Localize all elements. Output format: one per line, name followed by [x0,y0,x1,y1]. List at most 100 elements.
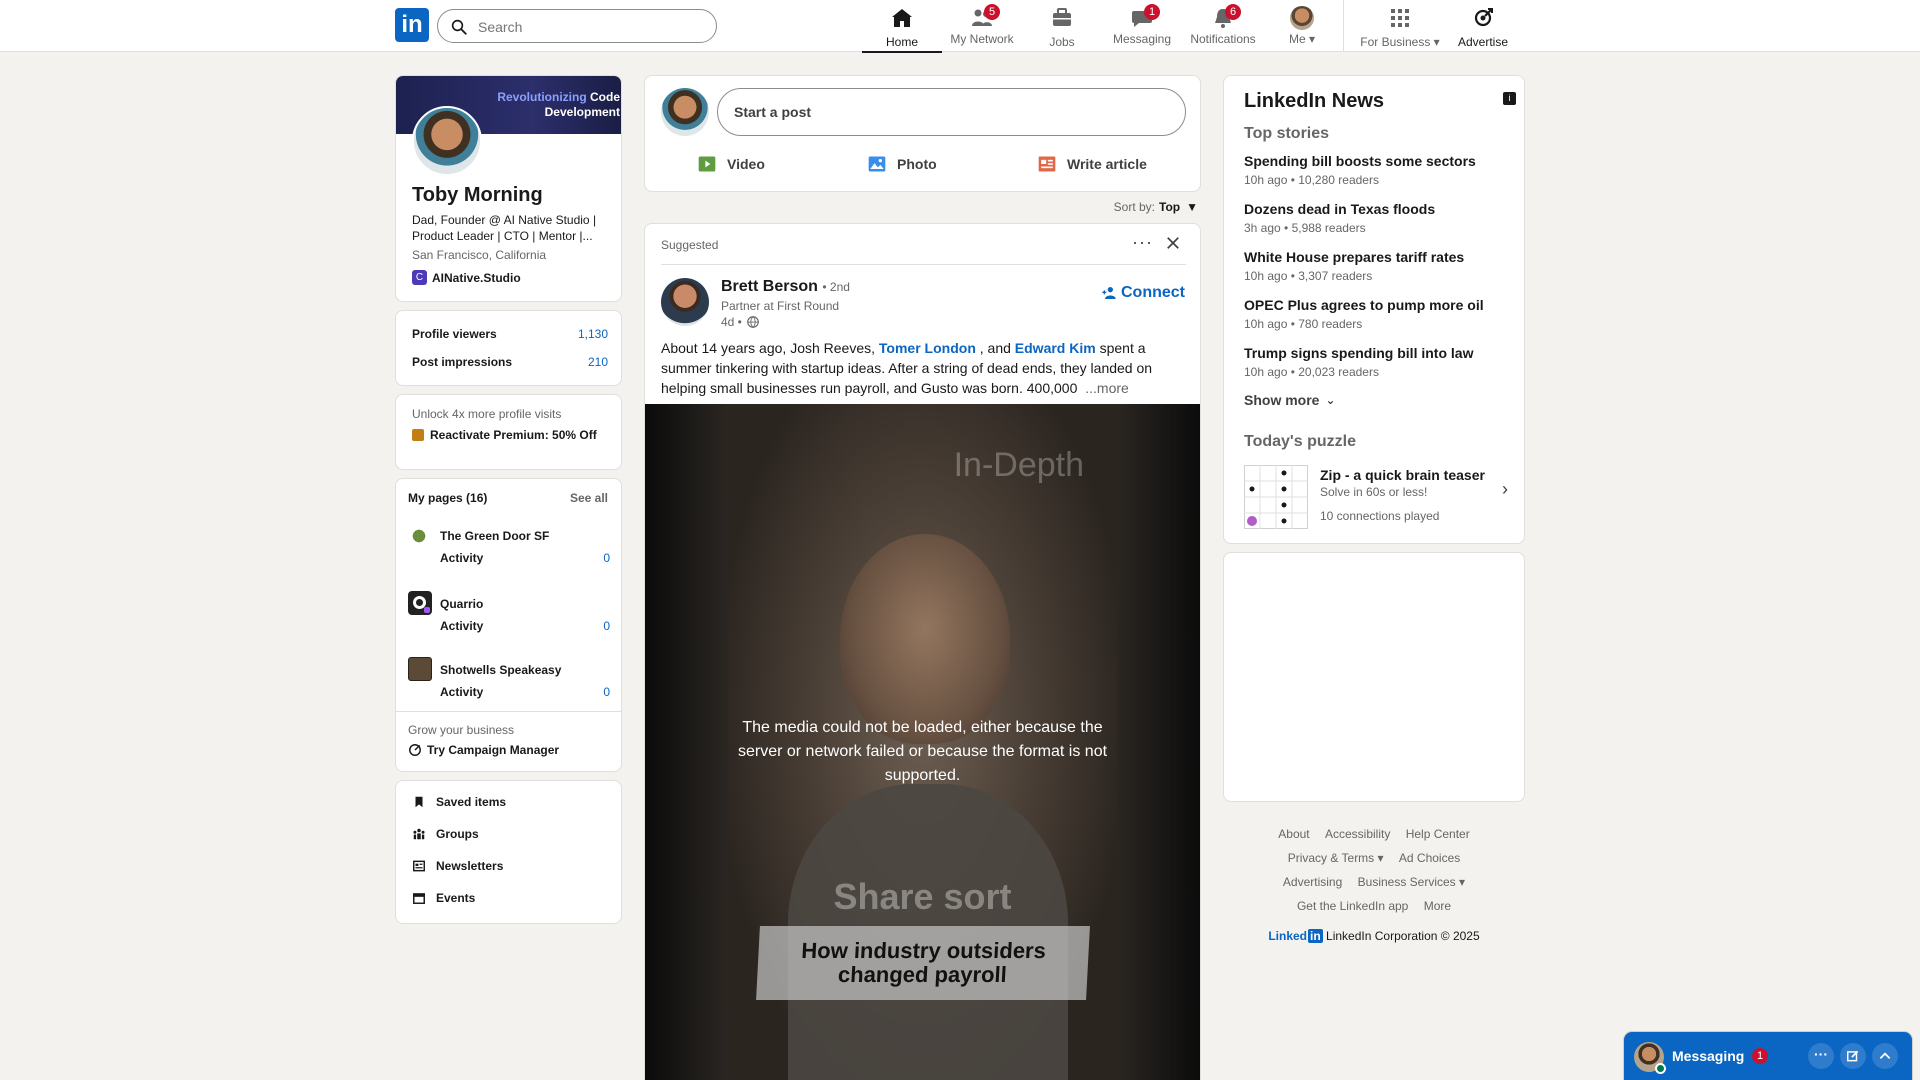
stat-label: Post impressions [412,355,513,369]
stat-post-impressions[interactable]: Post impressions 210 [412,355,608,369]
puzzle-meta: 10 connections played [1320,509,1440,523]
shortcut-events[interactable]: Events [412,891,475,905]
page-item[interactable]: The Green Door SF Activity 0 [408,525,610,575]
profile-avatar[interactable] [412,106,482,176]
page-name: Shotwells Speakeasy [440,663,562,677]
shortcut-label: Saved items [436,795,507,809]
nav-my-network[interactable]: 5 My Network [942,4,1022,52]
shortcut-newsletters[interactable]: Newsletters [412,859,503,873]
avatar-small [1290,6,1314,30]
grid-icon [1391,9,1409,27]
messaging-dock[interactable]: Messaging 1 ··· [1624,1032,1912,1080]
shortcut-groups[interactable]: Groups [412,827,479,841]
composer-avatar[interactable] [661,88,709,136]
start-post-button[interactable]: Start a post [717,88,1186,136]
footer-help-center[interactable]: Help Center [1406,827,1470,841]
show-more-label: Show more [1244,392,1320,408]
zip-puzzle-icon [1244,465,1308,529]
photo-button[interactable]: Photo [867,154,937,174]
see-all-link[interactable]: See all [570,491,608,505]
photo-label: Photo [897,156,937,172]
shortcut-saved-items[interactable]: Saved items [412,795,506,809]
connection-degree: • 2nd [822,280,850,294]
nav-me[interactable]: Me ▾ [1262,4,1342,52]
video-caption: How industry outsiders changed payroll [800,938,1047,987]
footer-advertising[interactable]: Advertising [1283,875,1342,889]
author-name[interactable]: Brett Berson [721,278,818,295]
news-item[interactable]: Trump signs spending bill into law 10h a… [1244,345,1514,379]
profile-company[interactable]: C AINative.Studio [412,270,521,285]
write-article-button[interactable]: Write article [1037,154,1147,174]
news-subtitle: Top stories [1244,125,1330,142]
video-icon [698,156,716,172]
video-player[interactable]: In-Depth Share sort How industry outside… [645,404,1200,1080]
page-item[interactable]: Quarrio Activity 0 [408,591,610,641]
messaging-icon: 1 [1130,4,1160,30]
search-input[interactable] [478,16,698,38]
footer-about[interactable]: About [1278,827,1309,841]
see-more-link[interactable]: ...more [1085,380,1129,396]
nav-advertise[interactable]: Advertise [1443,4,1523,52]
more-options-icon[interactable]: ··· [1808,1043,1834,1069]
page-activity-count: 0 [603,685,610,699]
expand-messaging-button[interactable] [1872,1043,1898,1069]
nav-home[interactable]: Home [862,4,942,53]
news-item[interactable]: Dozens dead in Texas floods 3h ago • 5,9… [1244,201,1514,235]
news-item[interactable]: Spending bill boosts some sectors 10h ag… [1244,153,1514,187]
more-options-icon[interactable]: ··· [1132,232,1153,253]
search-box[interactable] [437,9,717,43]
profile-name[interactable]: Toby Morning [412,184,543,207]
mention-link[interactable]: Tomer London [879,340,976,356]
stat-profile-viewers[interactable]: Profile viewers 1,130 [412,327,608,341]
stat-label: Profile viewers [412,327,497,341]
news-item[interactable]: OPEC Plus agrees to pump more oil 10h ag… [1244,297,1514,331]
footer-business-services[interactable]: Business Services ▾ [1358,875,1465,889]
page-activity-count: 0 [603,619,610,633]
globe-icon [747,316,759,328]
video-button[interactable]: Video [697,154,765,174]
premium-cta[interactable]: Reactivate Premium: 50% Off [412,427,602,443]
show-more-button[interactable]: Show more ⌄ [1244,392,1336,408]
news-headline: White House prepares tariff rates [1244,249,1465,265]
video-person-face [840,534,1010,744]
info-icon[interactable]: i [1503,92,1516,105]
messaging-avatar [1634,1042,1666,1074]
footer-more[interactable]: More [1424,899,1451,913]
search-icon [451,19,467,35]
compose-message-button[interactable] [1840,1043,1866,1069]
puzzle-item[interactable]: Zip - a quick brain teaser Solve in 60s … [1244,465,1516,529]
news-meta: 10h ago • 3,307 readers [1244,269,1373,283]
author-avatar[interactable] [661,278,709,326]
news-meta: 10h ago • 20,023 readers [1244,365,1379,379]
dismiss-post-button[interactable] [1164,234,1182,257]
footer-accessibility[interactable]: Accessibility [1325,827,1390,841]
sort-label: Sort by: [1113,200,1155,214]
nav-notifications-label: Notifications [1190,32,1256,46]
page-activity-label: Activity [440,685,484,699]
connect-label: Connect [1121,284,1185,301]
connect-button[interactable]: Connect [1101,284,1185,302]
footer-privacy-terms[interactable]: Privacy & Terms ▾ [1288,851,1384,865]
company-name: AINative.Studio [432,270,521,285]
footer-ad-choices[interactable]: Ad Choices [1399,851,1460,865]
news-meta: 10h ago • 780 readers [1244,317,1363,331]
video-overlay-title: In-Depth [953,446,1084,484]
campaign-manager-link[interactable]: Try Campaign Manager [408,743,559,757]
online-status-icon [1655,1063,1666,1074]
nav-jobs[interactable]: Jobs [1022,4,1102,52]
photo-icon [868,156,886,172]
mention-link[interactable]: Edward Kim [1015,340,1096,356]
nav-messaging[interactable]: 1 Messaging [1102,4,1182,52]
nav-for-business[interactable]: For Business ▾ [1350,4,1450,52]
linkedin-logo[interactable]: in [395,8,429,42]
premium-card[interactable]: Unlock 4x more profile visits Reactivate… [395,394,622,470]
news-item[interactable]: White House prepares tariff rates 10h ag… [1244,249,1514,283]
footer-get-app[interactable]: Get the LinkedIn app [1297,899,1408,913]
shortcuts-card: Saved items Groups Newsletters Events [395,780,622,924]
chevron-down-icon: ▾ [1308,32,1316,46]
sort-control[interactable]: Sort by: Top ▼ [1114,200,1198,214]
page-item[interactable]: Shotwells Speakeasy Activity 0 [408,657,610,707]
nav-notifications[interactable]: 6 Notifications [1182,4,1264,52]
advertise-icon [1474,8,1493,27]
video-caption-box: How industry outsiders changed payroll [756,926,1090,1000]
